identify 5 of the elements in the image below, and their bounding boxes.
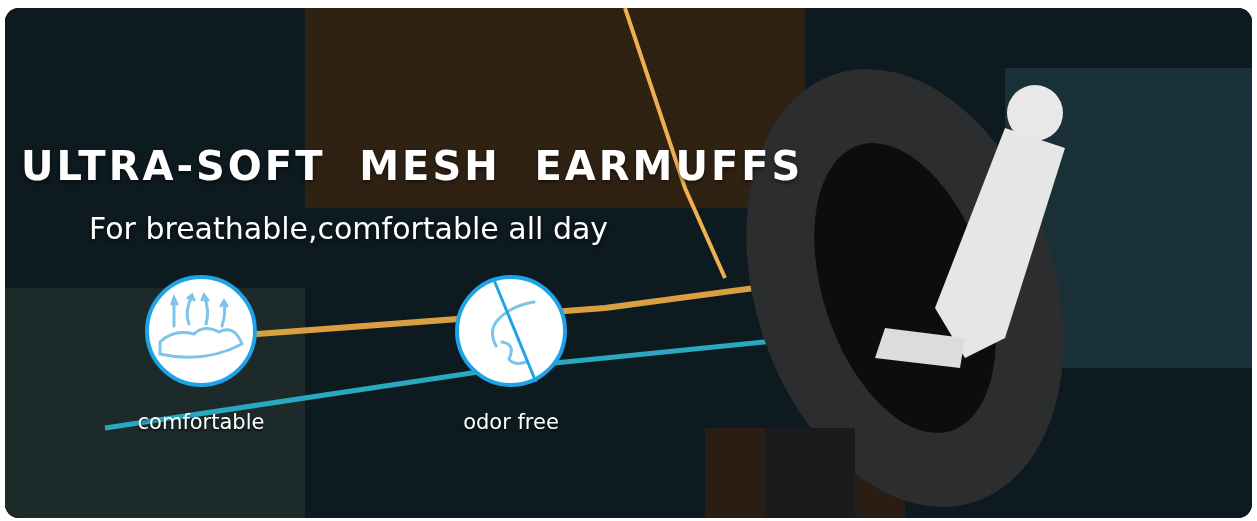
banner-subtitle: For breathable,comfortable all day — [89, 211, 610, 246]
breathable-mesh-icon — [144, 274, 258, 388]
no-odor-icon — [454, 274, 568, 388]
feature-label: odor free — [463, 410, 559, 434]
feature-label: comfortable — [137, 410, 265, 434]
